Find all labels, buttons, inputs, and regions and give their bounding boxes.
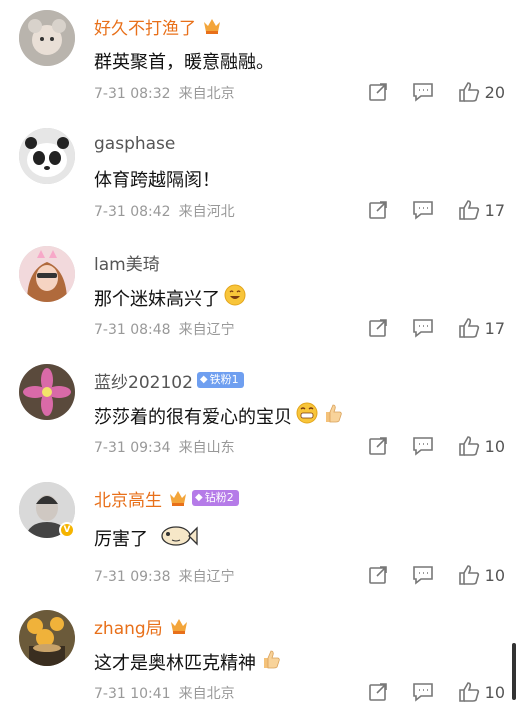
- like-count: 17: [484, 318, 505, 338]
- comment-text: 群英聚首，暖意融融。: [94, 52, 274, 73]
- share-icon[interactable]: [368, 682, 388, 702]
- crown-icon: [202, 17, 222, 35]
- like-button[interactable]: 10: [458, 682, 505, 702]
- like-count: 10: [484, 436, 505, 456]
- comment-meta: 7-31 09:38 来自辽宁: [94, 566, 235, 586]
- username[interactable]: 好久不打渔了: [94, 14, 196, 39]
- avatar[interactable]: [19, 364, 75, 420]
- comment-text: 那个迷妹高兴了: [94, 284, 246, 311]
- like-icon: [458, 565, 479, 585]
- comment-icon[interactable]: [412, 682, 434, 702]
- share-icon[interactable]: [368, 200, 388, 220]
- fan-badge: ◆ 铁粉1: [196, 372, 244, 388]
- avatar[interactable]: [19, 10, 75, 66]
- like-icon: [458, 682, 479, 702]
- like-button[interactable]: 10: [458, 436, 505, 456]
- comment-meta: 7-31 08:42 来自河北: [94, 201, 235, 221]
- avatar[interactable]: [19, 610, 75, 666]
- like-count: 10: [484, 565, 505, 585]
- like-icon: [458, 82, 479, 102]
- comment-location: 来自山东: [178, 440, 235, 456]
- share-icon[interactable]: [368, 318, 388, 338]
- like-count: 10: [484, 682, 505, 702]
- comment-meta: 7-31 10:41 来自北京: [94, 683, 235, 703]
- comment-text: 厉害了: [94, 520, 198, 555]
- like-icon: [458, 318, 479, 338]
- crown-icon: [168, 489, 188, 507]
- comment-icon[interactable]: [412, 82, 434, 102]
- share-icon[interactable]: [368, 565, 388, 585]
- like-button[interactable]: 10: [458, 565, 505, 585]
- scrollbar[interactable]: [512, 643, 516, 700]
- username[interactable]: 蓝纱202102: [94, 368, 193, 393]
- avatar[interactable]: [19, 246, 75, 302]
- comment-location: 来自北京: [178, 86, 235, 102]
- comment-location: 来自河北: [178, 204, 235, 220]
- comment-location: 来自辽宁: [178, 569, 235, 585]
- comment-meta: 7-31 09:34 来自山东: [94, 437, 235, 457]
- thumbs-up-emoji-icon: [322, 402, 344, 429]
- like-button[interactable]: 17: [458, 200, 505, 220]
- comment-text: 体育跨越隔阂！: [94, 170, 220, 191]
- like-button[interactable]: 20: [458, 82, 505, 102]
- comment-list-screen: { "comments": [ { "username": "好久不打渔了", …: [0, 0, 521, 703]
- share-icon[interactable]: [368, 82, 388, 102]
- username[interactable]: lam美琦: [94, 250, 160, 275]
- comment-time: 7-31 08:42: [94, 204, 171, 220]
- comment-time: 7-31 09:38: [94, 569, 171, 585]
- like-icon: [458, 200, 479, 220]
- diamond-icon: ◆: [195, 492, 203, 503]
- grin-emoji-icon: [296, 402, 318, 429]
- crown-icon: [169, 617, 189, 635]
- verified-badge-icon: V: [59, 522, 75, 538]
- smile-emoji-icon: [224, 284, 246, 311]
- fan-badge: ◆ 钻粉2: [192, 490, 239, 506]
- comment-time: 7-31 09:34: [94, 440, 171, 456]
- fish-sticker-icon: [158, 520, 198, 555]
- comment-time: 7-31 08:32: [94, 86, 171, 102]
- avatar[interactable]: [19, 128, 75, 184]
- like-button[interactable]: 17: [458, 318, 505, 338]
- diamond-icon: ◆: [199, 374, 208, 385]
- comment-meta: 7-31 08:32 来自北京: [94, 83, 235, 103]
- share-icon[interactable]: [368, 436, 388, 456]
- comment-location: 来自辽宁: [178, 322, 235, 338]
- comment-time: 7-31 08:48: [94, 322, 171, 338]
- username[interactable]: gasphase: [94, 134, 175, 154]
- comment-icon[interactable]: [412, 318, 434, 338]
- comment-meta: 7-31 08:48 来自辽宁: [94, 319, 235, 339]
- comment-icon[interactable]: [412, 565, 434, 585]
- comment-icon[interactable]: [412, 200, 434, 220]
- comment-icon[interactable]: [412, 436, 434, 456]
- username[interactable]: 北京高生: [94, 486, 162, 511]
- like-icon: [458, 436, 479, 456]
- thumbs-up-emoji-icon: [260, 648, 282, 675]
- username[interactable]: zhang局: [94, 614, 163, 639]
- comment-text: 莎莎着的很有爱心的宝贝: [94, 402, 344, 429]
- like-count: 20: [484, 82, 505, 102]
- comment-text: 这才是奥林匹克精神: [94, 648, 282, 675]
- like-count: 17: [484, 200, 505, 220]
